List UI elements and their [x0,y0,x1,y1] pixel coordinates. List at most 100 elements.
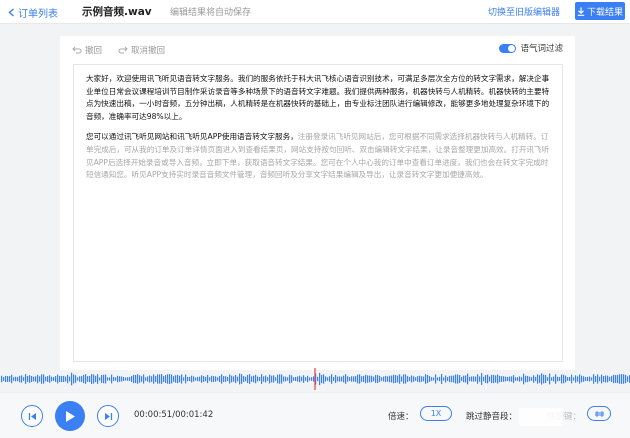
play-icon [66,410,75,422]
waveform-bar [207,374,209,384]
waveform-bar [497,374,499,384]
waveform-bar [135,374,137,384]
waveform-bar [257,376,259,382]
waveform-bar [447,377,449,381]
waveform-bar [97,374,99,384]
waveform-bar [577,376,579,382]
redo-label: 取消撤回 [131,46,166,56]
waveform-bar [343,375,345,383]
waveform-bar [59,375,61,383]
waveform-bar [573,377,575,381]
skip-forward-icon [104,412,112,420]
playback-time: 00:00:51/00:01:42 [134,410,213,420]
waveform-bar [211,375,213,383]
waveform-bar [511,376,513,382]
transcript-paragraph[interactable]: 您可以通过讯飞听见网站和讯飞听见APP使用语音转文字服务，注册登录讯飞听见网站后… [86,131,552,181]
waveform-bar [263,376,265,382]
transcript-editor[interactable]: 大家好，欢迎使用讯飞听见语音转文字服务。我们的服务依托于科大讯飞核心语音识别技术… [73,64,563,362]
redo-button[interactable]: 取消撤回 [118,44,165,56]
waveform-bar [405,374,407,384]
waveform-bar [593,374,595,384]
waveform-bar [209,377,211,381]
total-time: 00:01:42 [175,410,214,420]
waveform-bar [513,375,515,383]
waveform-bar [453,375,455,383]
hotkey-button[interactable] [587,406,611,421]
waveform-bar [241,374,243,384]
switch-old-editor-link[interactable]: 切换至旧版编辑器 [488,5,560,18]
waveform-bar [277,374,279,384]
waveform-bar [163,376,165,382]
waveform-bar [325,376,327,382]
waveform-bar [491,374,493,384]
waveform-bar [361,376,363,382]
waveform-bar [337,376,339,382]
play-button[interactable] [55,401,85,431]
speed-selector[interactable]: 1X [420,406,452,421]
waveform-bar [125,377,127,381]
waveform-bar [139,375,141,383]
filler-filter-toggle[interactable] [499,43,517,53]
waveform-bar [3,377,5,381]
previous-button[interactable] [21,405,43,427]
transcript-paragraph[interactable]: 大家好，欢迎使用讯飞听见语音转文字服务。我们的服务依托于科大讯飞核心语音识别技术… [86,73,552,123]
waveform-bar [531,377,533,381]
waveform-bar [231,375,233,383]
waveform-bar [423,376,425,382]
download-label: 下载结果 [586,7,623,18]
waveform-bar [247,374,249,384]
waveform-bar [391,375,393,383]
waveform-bar [69,376,71,382]
audio-waveform[interactable] [0,368,630,390]
current-time: 00:00:51 [134,410,173,420]
download-result-button[interactable]: 下载结果 [575,2,625,20]
waveform-bar [359,374,361,384]
waveform-bar [529,376,531,382]
waveform-bar [321,374,323,384]
waveform-bar [151,376,153,382]
waveform-bar [431,377,433,381]
waveform-bar [413,376,415,382]
waveform-bar [165,375,167,383]
waveform-bar [425,374,427,384]
waveform-bar [419,375,421,383]
waveform-bar [607,375,609,383]
waveform-bar [205,376,207,382]
waveform-bar [455,374,457,384]
next-button[interactable] [97,405,119,427]
waveform-bar [411,375,413,383]
waveform-bar [85,374,87,384]
waveform-bar [557,376,559,382]
waveform-bar [323,374,325,384]
waveform-bar [587,376,589,382]
waveform-bar [385,375,387,383]
waveform-bar [127,377,129,381]
waveform-bar [35,376,37,382]
undo-icon [72,46,82,54]
waveform-bar [107,377,109,381]
waveform-bar [339,376,341,382]
waveform-bar [25,374,27,384]
keyboard-icon [594,410,604,417]
waveform-bar [545,375,547,383]
waveform-bar [137,374,139,384]
waveform-bar [171,374,173,384]
waveform-bar [387,376,389,382]
download-icon [577,7,585,16]
waveform-bar [427,374,429,384]
waveform-bar [173,376,175,382]
back-to-orders-link[interactable]: 订单列表 [8,5,58,20]
waveform-bar [537,374,539,384]
waveform-bar [389,375,391,383]
filler-filter-label: 语气词过滤 [520,44,563,54]
waveform-bar [157,374,159,384]
waveform-bar [393,374,395,384]
waveform-bar [341,376,343,382]
undo-button[interactable]: 撤回 [72,44,102,56]
autosave-notice: 编辑结果将自动保存 [170,8,252,18]
waveform-bar [267,377,269,381]
waveform-bar [273,375,275,383]
waveform-bar [367,375,369,383]
waveform-bar [595,376,597,382]
waveform-bar [15,376,17,382]
